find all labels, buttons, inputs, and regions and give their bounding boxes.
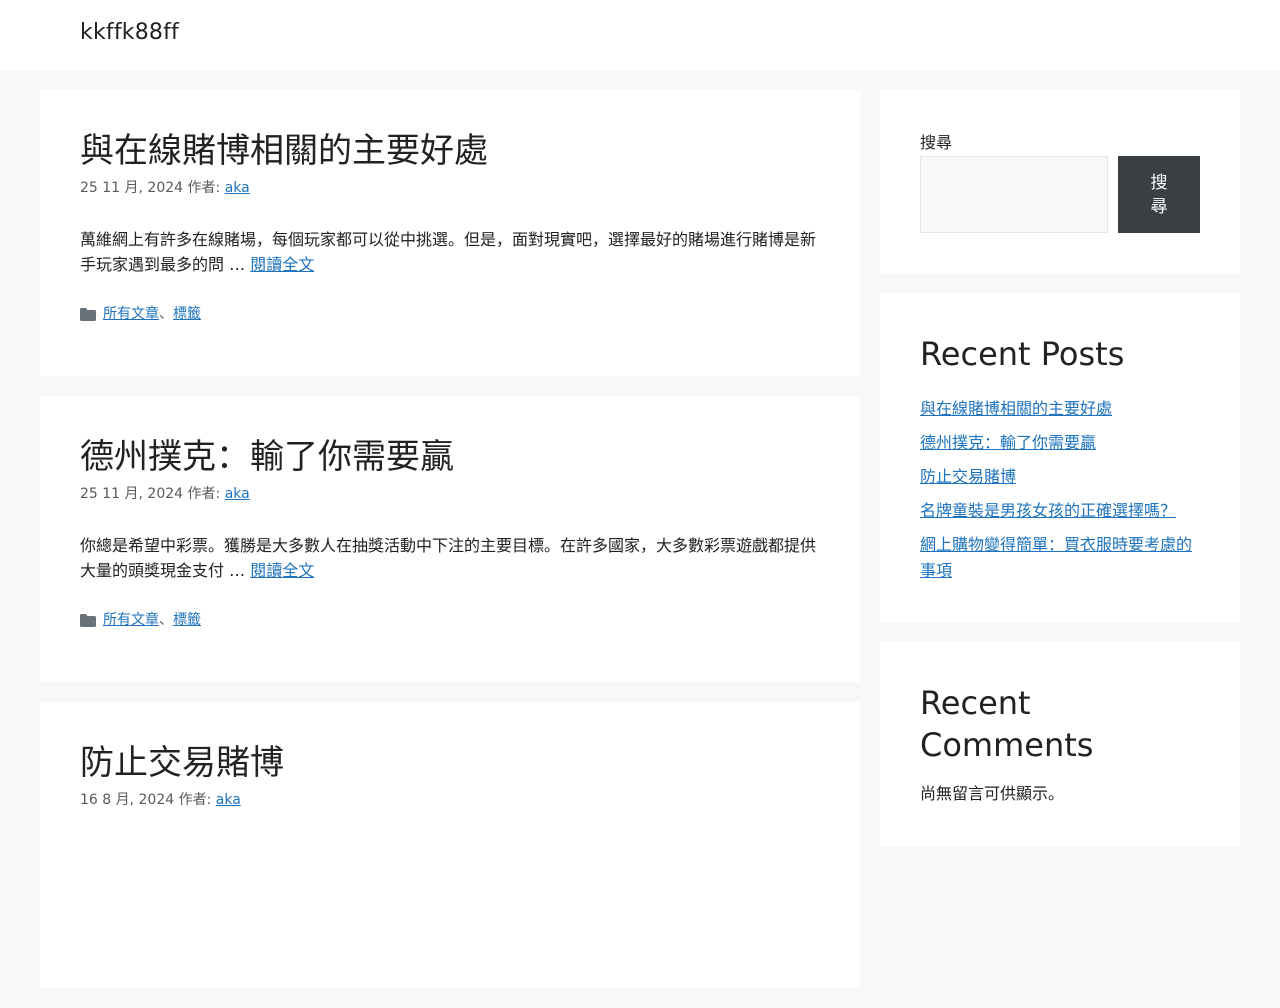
- read-more-link[interactable]: 閱讀全文: [250, 561, 314, 580]
- excerpt-text: 你總是希望中彩票。獲勝是大多數人在抽獎活動中下注的主要目標。在許多國家，大多數彩…: [80, 536, 817, 580]
- list-item: 防止交易賭博: [920, 464, 1200, 490]
- author-label: 作者:: [178, 792, 212, 808]
- sidebar: 搜尋 搜尋 Recent Posts 與在線賭博相關的主要好處 德州撲克：輸了你…: [880, 90, 1240, 866]
- read-more-link[interactable]: 閱讀全文: [250, 255, 314, 274]
- recent-posts-list: 與在線賭博相關的主要好處 德州撲克：輸了你需要贏 防止交易賭博 名牌童裝是男孩女…: [920, 396, 1200, 584]
- list-item: 德州撲克：輸了你需要贏: [920, 430, 1200, 456]
- recent-posts-title: Recent Posts: [920, 335, 1125, 373]
- post-excerpt: 萬維網上有許多在線賭場，每個玩家都可以從中挑選。但是，面對現實吧，選擇最好的賭場…: [80, 227, 820, 277]
- folder-icon: [80, 307, 96, 321]
- excerpt-text: 萬維網上有許多在線賭場，每個玩家都可以從中挑選。但是，面對現實吧，選擇最好的賭場…: [80, 230, 817, 274]
- author-link[interactable]: aka: [225, 486, 250, 502]
- post-date: 25 11 月, 2024: [80, 180, 184, 196]
- author-label: 作者:: [187, 180, 221, 196]
- search-widget: 搜尋 搜尋: [880, 90, 1240, 273]
- post-meta: 25 11 月, 2024 作者: aka: [80, 485, 820, 503]
- post-date: 25 11 月, 2024: [80, 486, 184, 502]
- recent-comments-title: Recent Comments: [920, 684, 1094, 764]
- post-categories: 所有文章、標籤: [80, 610, 820, 630]
- post-date: 16 8 月, 2024: [80, 792, 175, 808]
- post-card: 防止交易賭博 16 8 月, 2024 作者: aka: [40, 702, 860, 988]
- author-link[interactable]: aka: [216, 792, 241, 808]
- folder-icon: [80, 613, 96, 627]
- post-card: 與在線賭博相關的主要好處 25 11 月, 2024 作者: aka 萬維網上有…: [40, 90, 860, 376]
- post-card: 德州撲克：輸了你需要贏 25 11 月, 2024 作者: aka 你總是希望中…: [40, 396, 860, 682]
- search-button[interactable]: 搜尋: [1118, 156, 1200, 233]
- search-label: 搜尋: [920, 133, 953, 152]
- search-input[interactable]: [920, 156, 1108, 233]
- post-title[interactable]: 防止交易賭博: [80, 742, 820, 784]
- post-meta: 16 8 月, 2024 作者: aka: [80, 791, 820, 809]
- post-title[interactable]: 德州撲克：輸了你需要贏: [80, 436, 820, 478]
- recent-post-link[interactable]: 德州撲克：輸了你需要贏: [920, 433, 1096, 452]
- recent-post-link[interactable]: 與在線賭博相關的主要好處: [920, 399, 1112, 418]
- recent-post-link[interactable]: 網上購物變得簡單：買衣服時要考慮的事項: [920, 535, 1192, 580]
- category-separator: 、: [159, 612, 173, 628]
- site-title-link[interactable]: kkffk88ff: [80, 20, 179, 45]
- recent-comments-widget: Recent Comments 尚無留言可供顯示。: [880, 642, 1240, 846]
- search-form: 搜尋: [920, 156, 1200, 233]
- recent-post-link[interactable]: 名牌童裝是男孩女孩的正確選擇嗎？: [920, 501, 1176, 520]
- recent-post-link[interactable]: 防止交易賭博: [920, 467, 1016, 486]
- no-comments-message: 尚無留言可供顯示。: [920, 784, 1065, 803]
- category-link[interactable]: 標籤: [173, 610, 201, 630]
- category-link[interactable]: 所有文章: [103, 304, 159, 324]
- post-meta: 25 11 月, 2024 作者: aka: [80, 179, 820, 197]
- post-title[interactable]: 與在線賭博相關的主要好處: [80, 130, 820, 172]
- category-link[interactable]: 所有文章: [103, 610, 159, 630]
- author-label: 作者:: [187, 486, 221, 502]
- post-excerpt: 你總是希望中彩票。獲勝是大多數人在抽獎活動中下注的主要目標。在許多國家，大多數彩…: [80, 533, 820, 583]
- author-link[interactable]: aka: [225, 180, 250, 196]
- site-header: kkffk88ff: [0, 0, 1280, 70]
- category-separator: 、: [159, 306, 173, 322]
- category-link[interactable]: 標籤: [173, 304, 201, 324]
- post-list: 與在線賭博相關的主要好處 25 11 月, 2024 作者: aka 萬維網上有…: [40, 90, 860, 1008]
- post-categories: 所有文章、標籤: [80, 304, 820, 324]
- list-item: 網上購物變得簡單：買衣服時要考慮的事項: [920, 532, 1200, 584]
- list-item: 與在線賭博相關的主要好處: [920, 396, 1200, 422]
- recent-posts-widget: Recent Posts 與在線賭博相關的主要好處 德州撲克：輸了你需要贏 防止…: [880, 293, 1240, 622]
- list-item: 名牌童裝是男孩女孩的正確選擇嗎？: [920, 498, 1200, 524]
